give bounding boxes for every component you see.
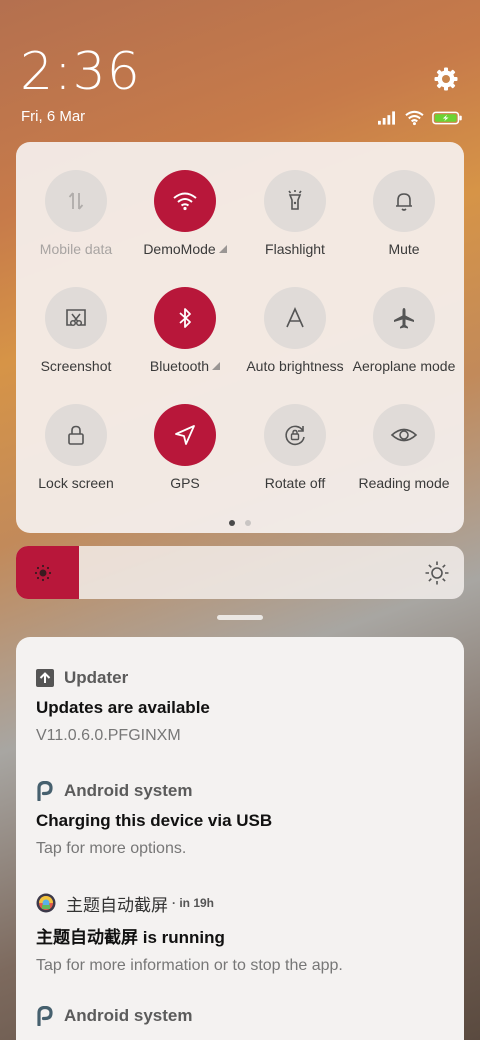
expand-indicator-icon bbox=[218, 245, 227, 253]
signal-icon bbox=[378, 111, 396, 125]
tile-label: Rotate off bbox=[264, 475, 326, 491]
tile-label: Auto brightness bbox=[246, 358, 344, 374]
wifi-icon bbox=[405, 110, 424, 126]
notification-app-name: 主题自动截屏 bbox=[66, 895, 168, 915]
tile-mobile-data[interactable]: Mobile data bbox=[21, 170, 131, 257]
eye-icon bbox=[390, 428, 418, 442]
flashlight-icon bbox=[288, 190, 302, 210]
notification-panel: Updater Updates are available V11.0.6.0.… bbox=[16, 637, 464, 1040]
gear-icon[interactable] bbox=[433, 66, 459, 92]
airplane-icon bbox=[394, 308, 414, 329]
brightness-low-icon bbox=[34, 564, 52, 582]
tile-auto-brightness[interactable]: Auto brightness bbox=[240, 287, 350, 374]
bell-icon bbox=[396, 193, 412, 211]
auto-brightness-icon bbox=[286, 307, 304, 328]
tile-flashlight[interactable]: Flashlight bbox=[240, 170, 350, 257]
notification-text: Tap for more options. bbox=[36, 840, 187, 857]
page-indicator bbox=[16, 520, 464, 526]
tile-label: GPS bbox=[170, 475, 200, 491]
battery-charging-icon bbox=[431, 111, 462, 125]
tile-label: Flashlight bbox=[265, 241, 325, 257]
drag-handle[interactable] bbox=[217, 615, 263, 620]
tile-gps[interactable]: GPS bbox=[130, 404, 240, 491]
android-system-icon bbox=[37, 1006, 53, 1026]
tile-label: Bluetooth bbox=[149, 358, 210, 374]
page-dot bbox=[245, 520, 251, 526]
tile-aeroplane-mode[interactable]: Aeroplane mode bbox=[349, 287, 459, 374]
page-dot-active bbox=[229, 520, 235, 526]
tile-label: Mute bbox=[388, 241, 420, 257]
tile-lock-screen[interactable]: Lock screen bbox=[21, 404, 131, 491]
notification-title: Charging this device via USB bbox=[36, 811, 273, 830]
tile-label: DemoMode bbox=[143, 241, 216, 257]
tile-label: Mobile data bbox=[39, 241, 113, 257]
status-icons bbox=[378, 108, 462, 128]
notification-title: 主题自动截屏 is running bbox=[36, 928, 225, 947]
notification-android-system[interactable]: Android system Charging this device via … bbox=[36, 780, 448, 858]
quick-settings-panel: Mobile data DemoMode Flashlight Mute Scr… bbox=[16, 142, 464, 533]
tile-screenshot[interactable]: Screenshot bbox=[21, 287, 131, 374]
notification-theme-app[interactable]: 主题自动截屏 · in 19h 主题自动截屏 is running Tap fo… bbox=[36, 892, 448, 975]
tile-label: Reading mode bbox=[358, 475, 450, 491]
android-system-icon bbox=[37, 781, 53, 801]
notification-app-name: Android system bbox=[64, 781, 193, 800]
gps-icon bbox=[175, 425, 195, 445]
notification-time: · in 19h bbox=[172, 896, 215, 910]
notification-app-name: Updater bbox=[64, 668, 129, 687]
notification-text: V11.0.6.0.PFGINXM bbox=[36, 727, 181, 744]
tile-label: Screenshot bbox=[40, 358, 112, 374]
screenshot-icon bbox=[66, 309, 86, 327]
clock: 2:36 bbox=[20, 42, 141, 102]
wifi-icon bbox=[173, 192, 197, 211]
tile-bluetooth[interactable]: Bluetooth bbox=[130, 287, 240, 374]
notification-title: Updates are available bbox=[36, 698, 210, 717]
notification-android-system-2[interactable]: Android system bbox=[36, 1005, 448, 1027]
rotate-lock-icon bbox=[285, 425, 305, 446]
lock-icon bbox=[68, 425, 84, 445]
theme-app-icon bbox=[36, 893, 56, 913]
mobile-data-icon bbox=[68, 192, 84, 210]
brightness-high-icon bbox=[425, 561, 449, 585]
tile-demomode[interactable]: DemoMode bbox=[130, 170, 240, 257]
tile-rotate-off[interactable]: Rotate off bbox=[240, 404, 350, 491]
tile-label: Lock screen bbox=[38, 475, 114, 491]
tile-mute[interactable]: Mute bbox=[349, 170, 459, 257]
notification-text: Tap for more information or to stop the … bbox=[36, 957, 343, 974]
expand-indicator-icon bbox=[212, 362, 221, 370]
notification-updater[interactable]: Updater Updates are available V11.0.6.0.… bbox=[36, 667, 448, 745]
brightness-slider[interactable] bbox=[16, 546, 464, 599]
updater-icon bbox=[36, 669, 54, 687]
bluetooth-icon bbox=[179, 308, 191, 328]
tile-reading-mode[interactable]: Reading mode bbox=[349, 404, 459, 491]
notification-app-name: Android system bbox=[64, 1006, 193, 1025]
tile-label: Aeroplane mode bbox=[352, 358, 456, 374]
date: Fri, 6 Mar bbox=[21, 108, 86, 125]
